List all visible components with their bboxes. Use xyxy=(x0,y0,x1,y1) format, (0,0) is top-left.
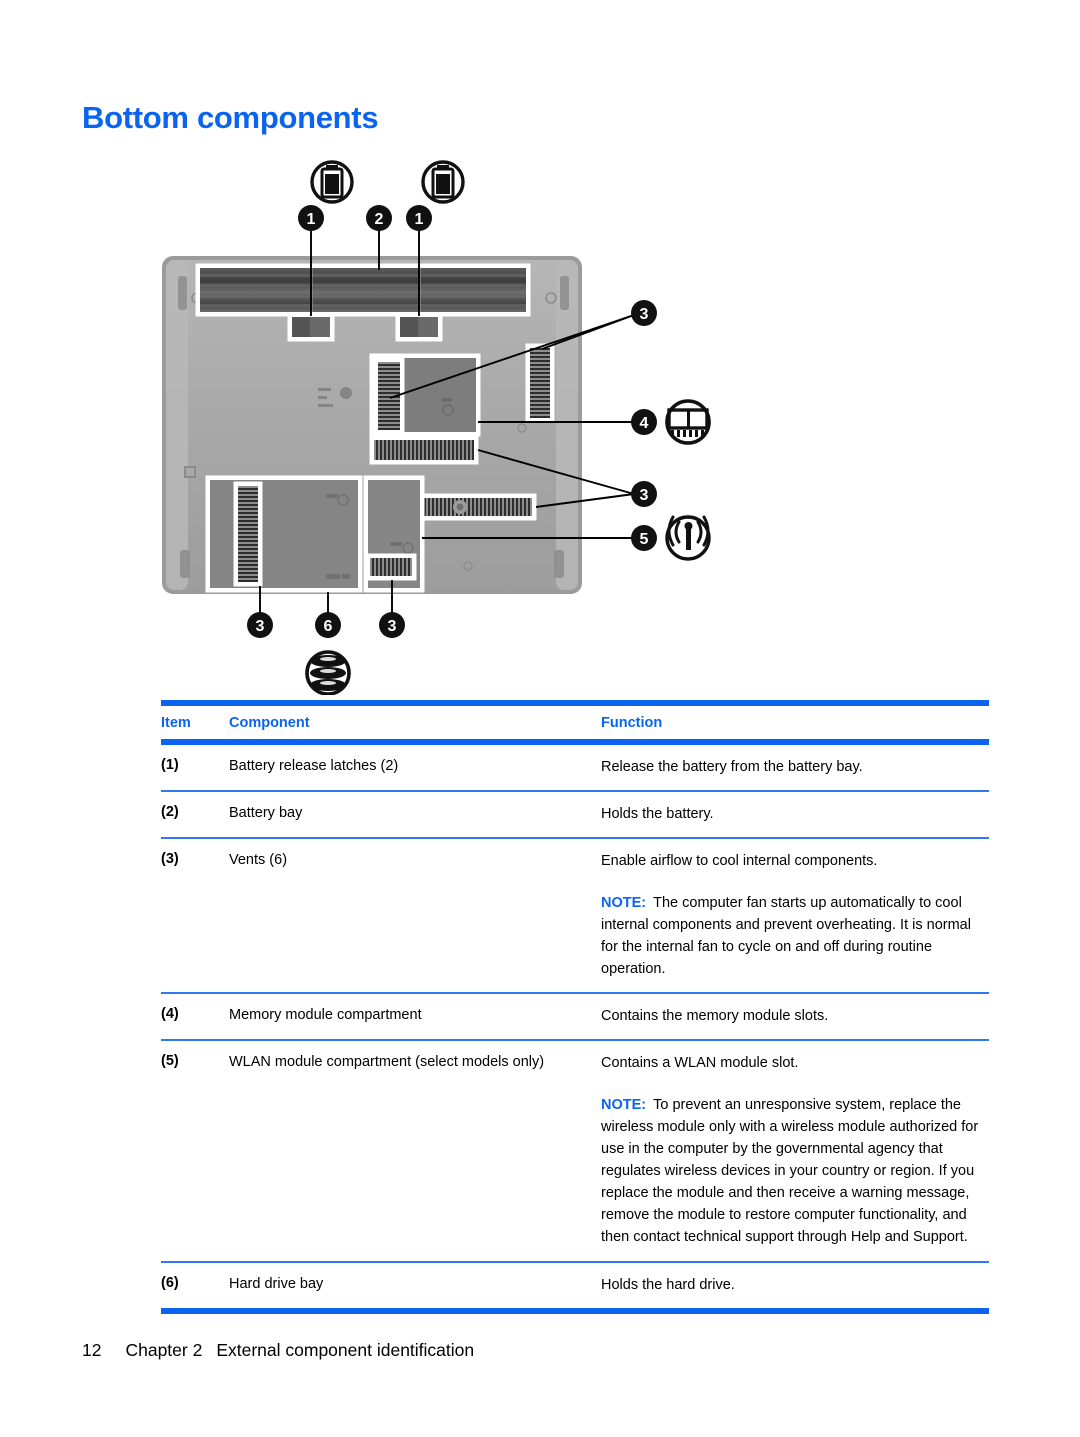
row-function-text: Enable airflow to cool internal componen… xyxy=(601,853,878,870)
battery-icon xyxy=(310,160,354,204)
callout-3-top: 3 xyxy=(631,300,657,326)
header-function: Function xyxy=(601,715,663,731)
row-item: (6) xyxy=(161,1274,179,1291)
svg-text:3: 3 xyxy=(388,618,397,635)
hard-drive-bay-highlight xyxy=(205,475,363,593)
row-function-text: Holds the hard drive. xyxy=(601,1276,735,1293)
header-component: Component xyxy=(229,715,310,731)
battery-release-latch-right-highlight xyxy=(395,312,443,342)
callout-4: 4 xyxy=(631,409,657,435)
battery-bay-highlight xyxy=(195,263,531,317)
row-item: (1) xyxy=(161,757,179,773)
table-row: (6) Hard drive bay Holds the hard drive. xyxy=(161,1263,989,1308)
row-function: Contains a WLAN module slot. NOTE: To pre… xyxy=(601,1052,989,1248)
wireless-antenna-icon xyxy=(665,515,711,561)
row-component: Vents (6) xyxy=(229,852,288,869)
callout-3-mid: 3 xyxy=(631,481,657,507)
table-row: (2) Battery bay Holds the battery. xyxy=(161,792,989,837)
page-title: Bottom components xyxy=(82,100,379,135)
callout-6: 6 xyxy=(315,612,341,638)
note-text: The computer fan starts up automatically… xyxy=(601,895,971,978)
row-item: (5) xyxy=(161,1053,179,1070)
row-item: (4) xyxy=(161,1006,179,1023)
svg-text:1: 1 xyxy=(307,211,316,228)
callout-3-bottom-right: 3 xyxy=(379,612,405,638)
callout-5: 5 xyxy=(631,525,657,551)
row-component: Memory module compartment xyxy=(229,1007,422,1024)
vent-fan-highlight xyxy=(419,493,537,521)
row-function: Enable airflow to cool internal componen… xyxy=(601,850,989,980)
row-function-text: Contains a WLAN module slot. xyxy=(601,1055,799,1072)
row-component: Battery bay xyxy=(229,805,303,822)
battery-release-latch-left-highlight xyxy=(287,312,335,342)
row-component: WLAN module compartment (select models o… xyxy=(229,1054,545,1071)
row-function: Holds the battery. xyxy=(601,803,989,825)
svg-text:2: 2 xyxy=(375,211,384,228)
svg-text:4: 4 xyxy=(640,415,649,432)
row-function-text: Holds the battery. xyxy=(601,806,714,823)
memory-module-icon xyxy=(665,399,711,445)
svg-text:1: 1 xyxy=(415,211,424,228)
svg-text:6: 6 xyxy=(324,618,333,635)
row-function: Holds the hard drive. xyxy=(601,1274,989,1296)
svg-text:3: 3 xyxy=(256,618,265,635)
svg-text:3: 3 xyxy=(640,306,649,323)
row-function-text: Contains the memory module slots. xyxy=(601,1008,829,1025)
callout-3-bottom-left: 3 xyxy=(247,612,273,638)
battery-icon xyxy=(421,160,465,204)
hard-drive-icon xyxy=(305,650,351,695)
note-label: NOTE: xyxy=(601,895,647,912)
table-row: (3) Vents (6) Enable airflow to cool int… xyxy=(161,839,989,992)
row-function: Release the battery from the battery bay… xyxy=(601,756,989,778)
vent-wlan-highlight xyxy=(365,553,417,581)
row-component: Hard drive bay xyxy=(229,1275,324,1292)
footer-chapter-title: External component identification xyxy=(216,1340,475,1360)
row-function-text: Release the battery from the battery bay… xyxy=(601,759,863,775)
callout-2: 2 xyxy=(366,205,392,231)
table-row: (5) WLAN module compartment (select mode… xyxy=(161,1041,989,1260)
callout-1-left: 1 xyxy=(298,205,324,231)
svg-text:3: 3 xyxy=(640,487,649,504)
row-item: (2) xyxy=(161,804,179,821)
footer-chapter: Chapter 2 xyxy=(125,1340,203,1360)
table-header-row: Item Component Function xyxy=(161,706,989,739)
row-item: (3) xyxy=(161,851,179,868)
vent-harddrive-highlight xyxy=(233,481,263,587)
row-function: Contains the memory module slots. xyxy=(601,1005,989,1027)
row-note: NOTE: To prevent an unresponsive system, … xyxy=(601,1094,989,1248)
svg-text:5: 5 xyxy=(640,531,649,548)
note-text: To prevent an unresponsive system, repla… xyxy=(601,1097,979,1246)
note-label: NOTE: xyxy=(601,1097,647,1114)
callout-1-right: 1 xyxy=(406,205,432,231)
laptop-bottom-illustration: 1 2 1 3 4 3 5 3 6 3 xyxy=(150,150,750,695)
footer-page-number: 12 xyxy=(82,1340,102,1360)
vent-right-highlight xyxy=(525,343,555,423)
row-component: Battery release latches (2) xyxy=(229,758,399,774)
bottom-components-table: Item Component Function (1) Battery rele… xyxy=(161,700,989,1314)
page-footer: 12 Chapter 2 External component identifi… xyxy=(82,1340,474,1361)
vent-center-highlight xyxy=(369,435,479,465)
table-row: (4) Memory module compartment Contains t… xyxy=(161,994,989,1039)
table-bottom-rule xyxy=(161,1307,989,1314)
table-row: (1) Battery release latches (2) Release … xyxy=(161,745,989,790)
header-item: Item xyxy=(161,715,191,731)
row-note: NOTE: The computer fan starts up automati… xyxy=(601,892,989,980)
